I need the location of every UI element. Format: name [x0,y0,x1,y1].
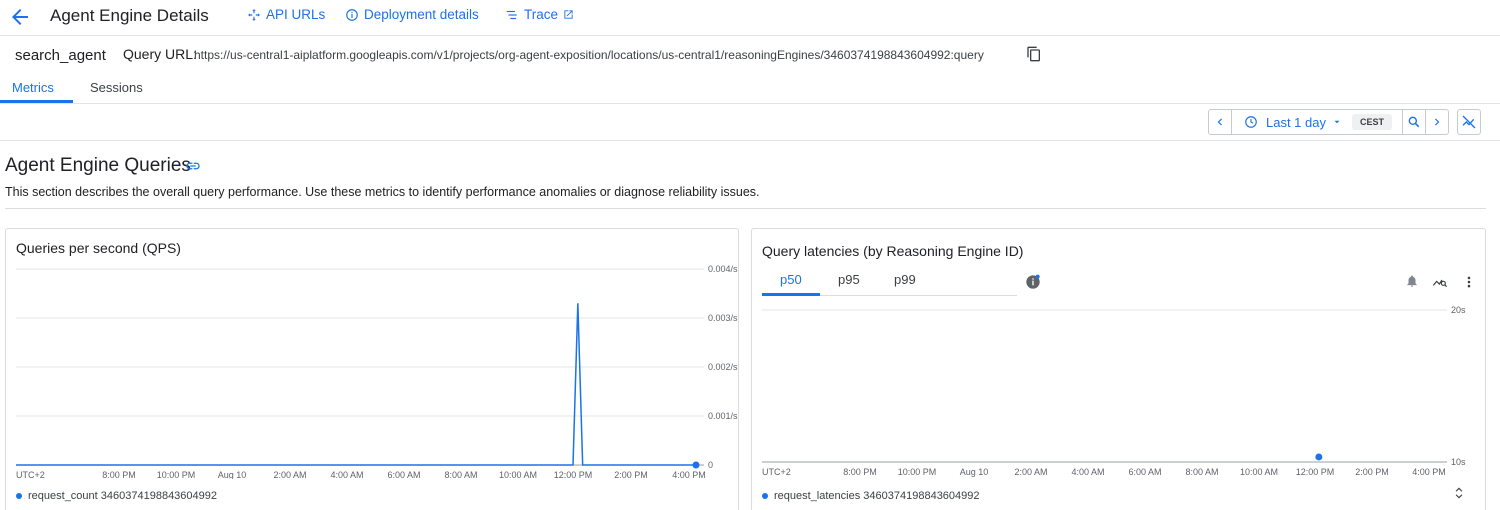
trace-label: Trace [524,7,559,22]
x-tick-label: 2:00 PM [614,470,648,479]
tabs-divider [0,103,1500,104]
x-tick-label: 10:00 PM [157,470,196,479]
y-tick-label: 0.004/s [708,264,738,274]
x-tick-label: 12:00 PM [554,470,593,479]
toolbar-divider [0,140,1500,141]
tab-metrics[interactable]: Metrics [12,80,54,95]
x-tick-label: 8:00 AM [444,470,477,479]
trace-link[interactable]: Trace [505,7,574,22]
x-tick-label: 10:00 AM [499,470,537,479]
x-tick-label: 8:00 AM [1185,467,1218,477]
section-divider [5,208,1486,209]
tab-p50-underline [762,293,820,296]
chart-title: Queries per second (QPS) [16,240,181,256]
external-link-icon [564,10,573,19]
data-point [692,461,700,469]
api-urls-label: API URLs [266,7,326,22]
alert-bell-icon[interactable] [1405,274,1419,288]
data-point [1315,453,1323,461]
x-tick-label: 10:00 AM [1240,467,1278,477]
agent-name: search_agent [15,47,106,64]
deployment-details-link[interactable]: Deployment details [345,7,479,22]
tab-metrics-underline [0,100,73,103]
x-tick-label: 6:00 AM [387,470,420,479]
api-urls-link[interactable]: API URLs [247,7,325,22]
search-icon [1408,116,1420,128]
clock-icon [1245,116,1257,128]
tab-p50[interactable]: p50 [780,272,802,287]
x-tick-label: Aug 10 [218,470,247,479]
y-tick-label: 0.003/s [708,313,738,323]
section-description: This section describes the overall query… [5,185,760,199]
timezone-badge: CEST [1351,114,1392,130]
time-range-toolbar: Last 1 day CEST [1208,109,1449,135]
x-tick-label: 8:00 PM [102,470,136,479]
legend-label: request_latencies 3460374198843604992 [774,490,980,502]
y-tick-label: 0.001/s [708,411,738,421]
previous-range-button[interactable] [1209,110,1231,134]
x-tick-label: 12:00 PM [1296,467,1335,477]
qps-chart-card: Queries per second (QPS) 0.004/s 0.003/s 0… [5,228,739,510]
y-tick-label: 10s [1451,457,1466,467]
x-tick-label: 10:00 PM [898,467,937,477]
query-url-label: Query URL: [123,46,197,62]
page-title: Agent Engine Details [50,6,209,25]
legend-label: request_count 3460374198843604992 [28,490,218,502]
x-tick-label: UTC+2 [16,470,45,479]
legend-dot [762,493,768,499]
info-icon [346,8,358,21]
tab-sessions[interactable]: Sessions [90,80,143,95]
move-arrows-icon [248,8,260,21]
x-tick-label: 4:00 AM [1071,467,1104,477]
deployment-details-label: Deployment details [364,7,479,22]
y-tick-label: 0.002/s [708,362,738,372]
x-tick-label: 2:00 PM [1355,467,1389,477]
latency-chart: 20s 10s UTC+2 8:00 PM 10:00 PM Aug 10 2:00 AM 4… [762,305,1466,477]
chevron-left-icon [1217,118,1222,126]
chart-title: Query latencies (by Reasoning Engine ID) [762,243,1024,259]
explore-chart-icon[interactable] [1431,274,1449,290]
latency-chart-card: Query latencies (by Reasoning Engine ID)… [751,228,1486,510]
time-range-label: Last 1 day [1266,114,1326,130]
caret-down-icon [1334,120,1340,124]
tab-p95[interactable]: p95 [838,272,860,287]
info-badge-icon[interactable] [1025,274,1041,290]
x-tick-label: UTC+2 [762,467,791,477]
x-tick-label: 2:00 AM [273,470,306,479]
copy-icon[interactable] [1026,46,1042,62]
x-tick-label: 2:00 AM [1014,467,1047,477]
trace-lines-icon [506,10,517,19]
back-arrow-icon[interactable] [8,5,32,29]
chevron-right-icon [1435,118,1440,126]
time-range-select[interactable]: Last 1 day CEST [1232,110,1402,134]
more-options-icon[interactable] [1462,274,1476,290]
section-title: Agent Engine Queries [5,155,191,176]
expand-legend-icon[interactable] [1452,485,1466,501]
y-tick-label: 0 [708,460,713,470]
x-tick-label: 4:00 PM [672,470,706,479]
qps-chart: 0.004/s 0.003/s 0.002/s 0.001/s 0 UTC+2 8:00 P… [16,264,738,479]
x-tick-label: 4:00 PM [1412,467,1446,477]
legend-dot [16,493,22,499]
page-header [0,0,1500,36]
tab-p99[interactable]: p99 [894,272,916,287]
x-tick-label: 6:00 AM [1128,467,1161,477]
series-line [16,303,696,466]
chart-legend: request_count 3460374198843604992 [16,490,217,502]
x-tick-label: Aug 10 [960,467,989,477]
zoom-search-button[interactable] [1403,110,1425,134]
chart-off-icon [1462,115,1476,129]
y-tick-label: 20s [1451,305,1466,315]
next-range-button[interactable] [1426,110,1448,134]
chart-legend: request_latencies 3460374198843604992 [762,490,980,502]
x-tick-label: 4:00 AM [330,470,363,479]
link-icon[interactable] [185,158,201,174]
query-url-value: https://us-central1-aiplatform.googleapi… [194,48,984,62]
x-tick-label: 8:00 PM [843,467,877,477]
hide-annotations-button[interactable] [1457,109,1481,135]
